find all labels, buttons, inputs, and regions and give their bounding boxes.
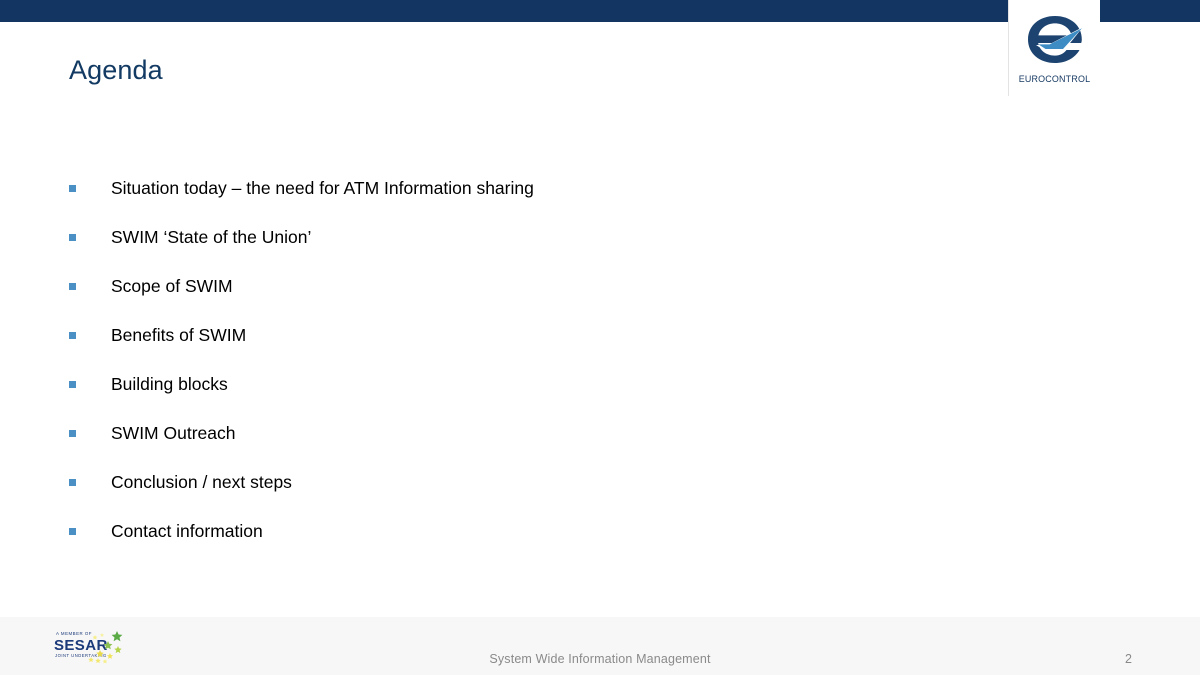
bullet-square-icon [69, 234, 76, 241]
bullet-square-icon [69, 381, 76, 388]
bullet-square-icon [69, 479, 76, 486]
agenda-item-label: Contact information [111, 521, 263, 541]
eurocontrol-logo-icon [1027, 16, 1083, 63]
footer-band [0, 617, 1200, 675]
agenda-item-label: SWIM ‘State of the Union’ [111, 227, 312, 247]
list-item: Building blocks [69, 373, 1069, 422]
agenda-item-label: SWIM Outreach [111, 423, 236, 443]
agenda-item-label: Building blocks [111, 374, 228, 394]
agenda-item-label: Scope of SWIM [111, 276, 233, 296]
bullet-square-icon [69, 430, 76, 437]
eurocontrol-logo-block: EUROCONTROL [1008, 0, 1100, 96]
list-item: SWIM ‘State of the Union’ [69, 226, 1069, 275]
list-item: Conclusion / next steps [69, 471, 1069, 520]
footer-center-text: System Wide Information Management [489, 652, 711, 666]
agenda-item-label: Benefits of SWIM [111, 325, 247, 345]
list-item: Scope of SWIM [69, 275, 1069, 324]
agenda-item-label: Situation today – the need for ATM Infor… [111, 178, 534, 198]
agenda-list: Situation today – the need for ATM Infor… [69, 177, 1069, 569]
list-item: Contact information [69, 520, 1069, 569]
bullet-square-icon [69, 332, 76, 339]
bullet-square-icon [69, 283, 76, 290]
footer-page-number: 2 [1125, 652, 1132, 666]
list-item: SWIM Outreach [69, 422, 1069, 471]
sesar-member-of-text: A MEMBER OF [56, 631, 92, 636]
slide-canvas: EUROCONTROL Agenda Situation today – the… [0, 0, 1200, 675]
bullet-square-icon [69, 185, 76, 192]
page-title: Agenda [69, 55, 163, 85]
eurocontrol-wordmark: EUROCONTROL [1018, 74, 1091, 85]
list-item: Benefits of SWIM [69, 324, 1069, 373]
bullet-square-icon [69, 528, 76, 535]
eurocontrol-e-ring [1027, 16, 1082, 63]
agenda-item-label: Conclusion / next steps [111, 472, 292, 492]
list-item: Situation today – the need for ATM Infor… [69, 177, 1069, 226]
